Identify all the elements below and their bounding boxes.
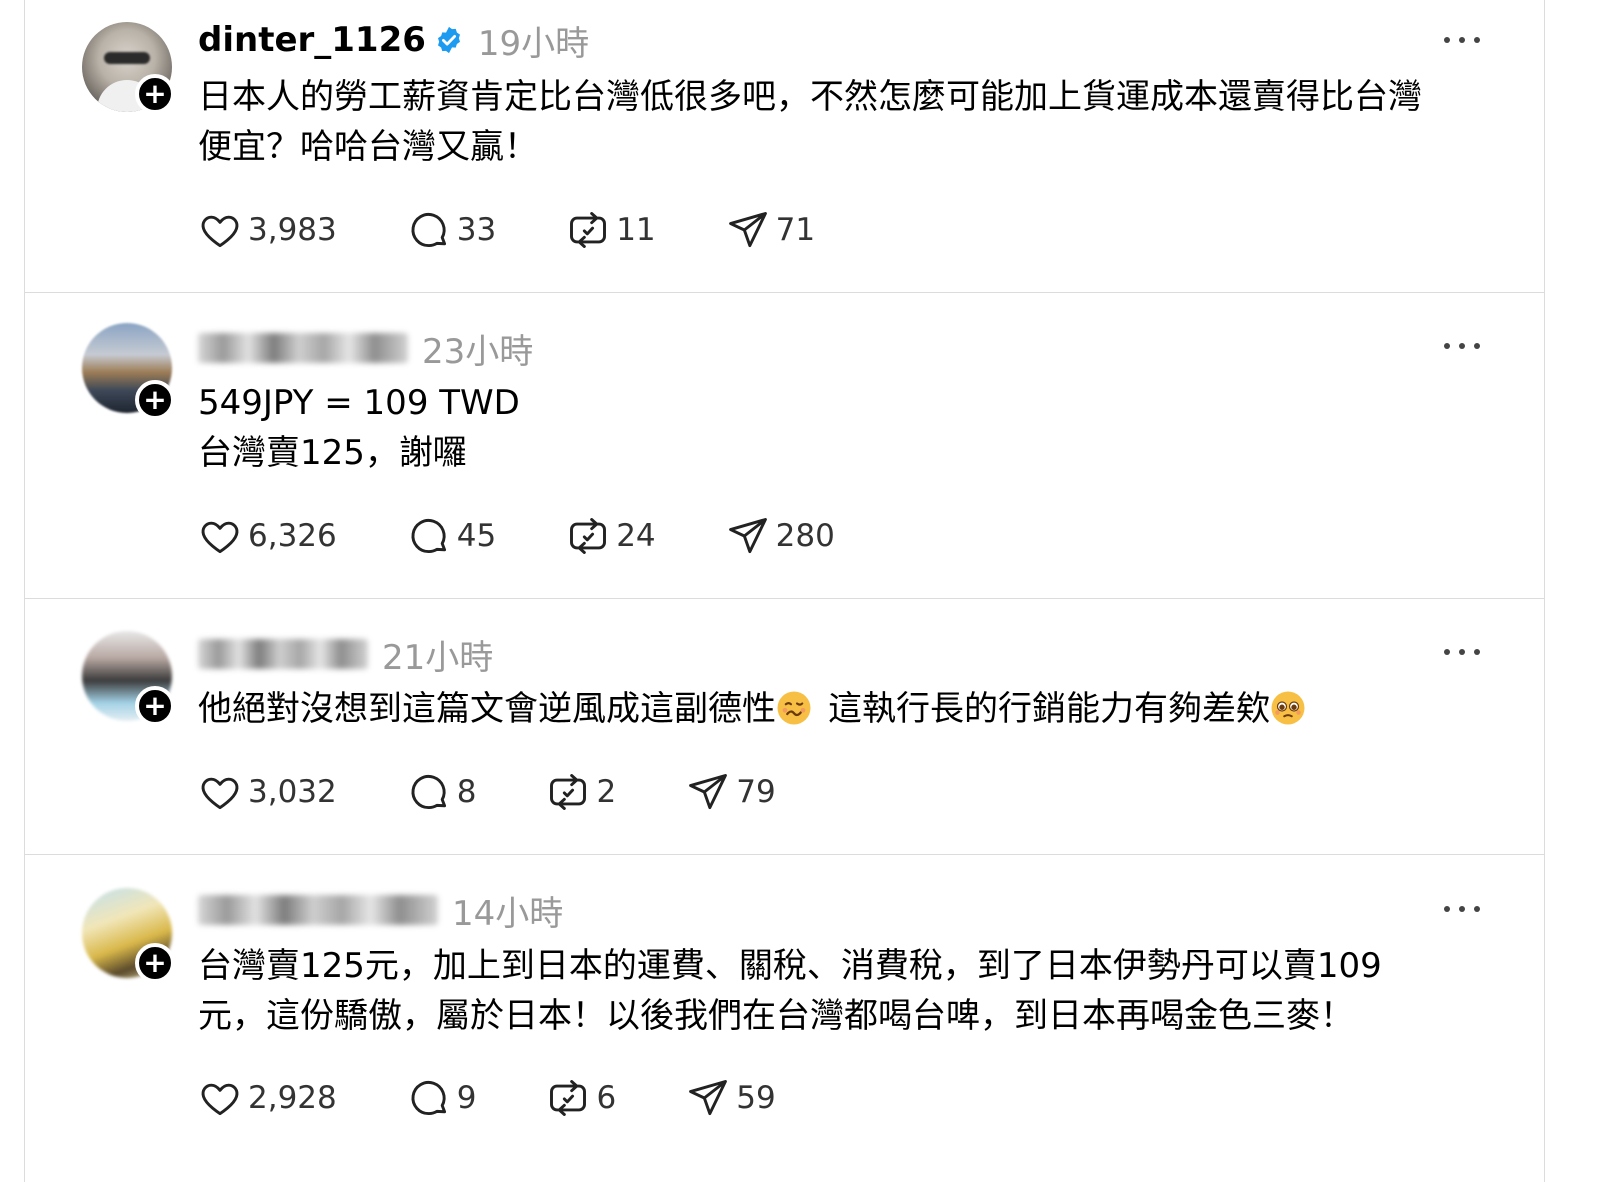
repost-icon [550,774,587,810]
post-text: 台灣賣125元，加上到日本的運費、關稅、消費稅，到了日本伊勢丹可以賣109 元，… [198,946,1382,1036]
like-count: 6,326 [248,518,337,554]
more-icon[interactable] [1444,642,1480,662]
thread-feed: + dinter_1126 19小時 日本人的勞工薪資肯定比台灣低很多吧，不然怎… [24,0,1545,1182]
repost-button[interactable]: 6 [546,1076,616,1120]
post-item: + 23小時 549JPY = 109 TWD 台灣賣125，謝囉 6,326 … [25,293,1544,599]
share-button[interactable]: 280 [726,514,835,558]
like-count: 2,928 [248,1080,337,1116]
follow-plus-icon[interactable]: + [135,74,175,114]
reply-button[interactable]: 9 [407,1076,477,1120]
username[interactable]: dinter_1126 [198,20,426,60]
heart-icon [201,215,239,248]
follow-plus-icon[interactable]: + [135,380,175,420]
repost-icon [570,518,607,554]
post-item: + dinter_1126 19小時 日本人的勞工薪資肯定比台灣低很多吧，不然怎… [25,0,1544,293]
reply-count: 45 [456,518,497,554]
timestamp[interactable]: 19小時 [478,16,589,65]
send-icon [689,774,728,810]
post-text-part2: 這執行長的行銷能力有夠差欸 [828,689,1270,729]
username-blurred[interactable] [198,333,408,363]
reply-count: 33 [456,212,497,248]
timestamp[interactable]: 21小時 [382,630,493,679]
repost-button[interactable]: 11 [566,208,656,252]
comment-icon [411,212,446,248]
post-text: 日本人的勞工薪資肯定比台灣低很多吧，不然怎麼可能加上貨運成本還賣得比台灣 便宜？… [198,77,1422,167]
action-bar: 3,983 33 11 71 [198,208,885,252]
follow-plus-icon[interactable]: + [135,943,175,983]
repost-count: 24 [616,518,656,554]
reply-button[interactable]: 8 [407,770,477,814]
reply-button[interactable]: 45 [407,514,496,558]
post-text: 549JPY = 109 TWD 台灣賣125，謝囉 [198,383,520,473]
more-icon[interactable] [1444,899,1480,919]
follow-plus-icon[interactable]: + [135,686,175,726]
post-text-part1: 他絕對沒想到這篇文會逆風成這副德性 [198,689,776,729]
repost-count: 2 [596,774,617,810]
repost-button[interactable]: 24 [566,514,656,558]
repost-count: 11 [616,212,656,248]
like-button[interactable]: 6,326 [198,514,337,558]
comment-icon [411,774,446,810]
like-button[interactable]: 2,928 [198,1076,337,1120]
send-icon [728,518,767,554]
share-count: 280 [775,518,835,554]
reply-count: 8 [456,774,477,810]
like-button[interactable]: 3,983 [198,208,337,252]
timestamp[interactable]: 14小時 [452,886,563,935]
like-count: 3,983 [248,212,337,248]
post-item: + 21小時 他絕對沒想到這篇文會逆風成這副德性 這執行長的行銷能力有夠差欸 3,… [25,599,1544,855]
comment-icon [411,518,446,554]
share-button[interactable]: 71 [726,208,815,252]
share-count: 79 [736,774,776,810]
action-bar: 3,032 8 2 79 [198,770,846,814]
comment-icon [411,1080,446,1116]
action-bar: 2,928 9 6 59 [198,1076,846,1120]
share-count: 59 [736,1080,776,1116]
post-item: + 14小時 台灣賣125元，加上到日本的運費、關稅、消費稅，到了日本伊勢丹可以… [25,855,1544,1182]
share-button[interactable]: 79 [686,770,776,814]
more-icon[interactable] [1444,336,1480,356]
timestamp[interactable]: 23小時 [422,324,533,373]
repost-button[interactable]: 2 [546,770,616,814]
heart-icon [201,521,239,554]
like-count: 3,032 [248,774,337,810]
heart-icon [201,1083,239,1116]
share-button[interactable]: 59 [686,1076,776,1120]
repost-icon [550,1080,587,1116]
username-blurred[interactable] [198,895,438,925]
send-icon [689,1080,728,1116]
username-blurred[interactable] [198,639,368,669]
repost-icon [570,212,607,248]
reply-button[interactable]: 33 [407,208,496,252]
action-bar: 6,326 45 24 280 [198,514,905,558]
like-button[interactable]: 3,032 [198,770,337,814]
post-header: 14小時 [198,886,563,935]
share-count: 71 [775,212,816,248]
woozy-face-emoji [776,690,812,740]
repost-count: 6 [596,1080,617,1116]
verified-badge-icon [434,25,464,55]
pleading-face-emoji [1270,690,1306,740]
post-header: 21小時 [198,630,493,679]
post-header: dinter_1126 19小時 [198,16,589,65]
post-text: 他絕對沒想到這篇文會逆風成這副德性 這執行長的行銷能力有夠差欸 [198,684,1498,740]
post-header: 23小時 [198,324,533,373]
send-icon [728,212,767,248]
heart-icon [201,777,239,810]
more-icon[interactable] [1444,30,1480,50]
reply-count: 9 [456,1080,477,1116]
